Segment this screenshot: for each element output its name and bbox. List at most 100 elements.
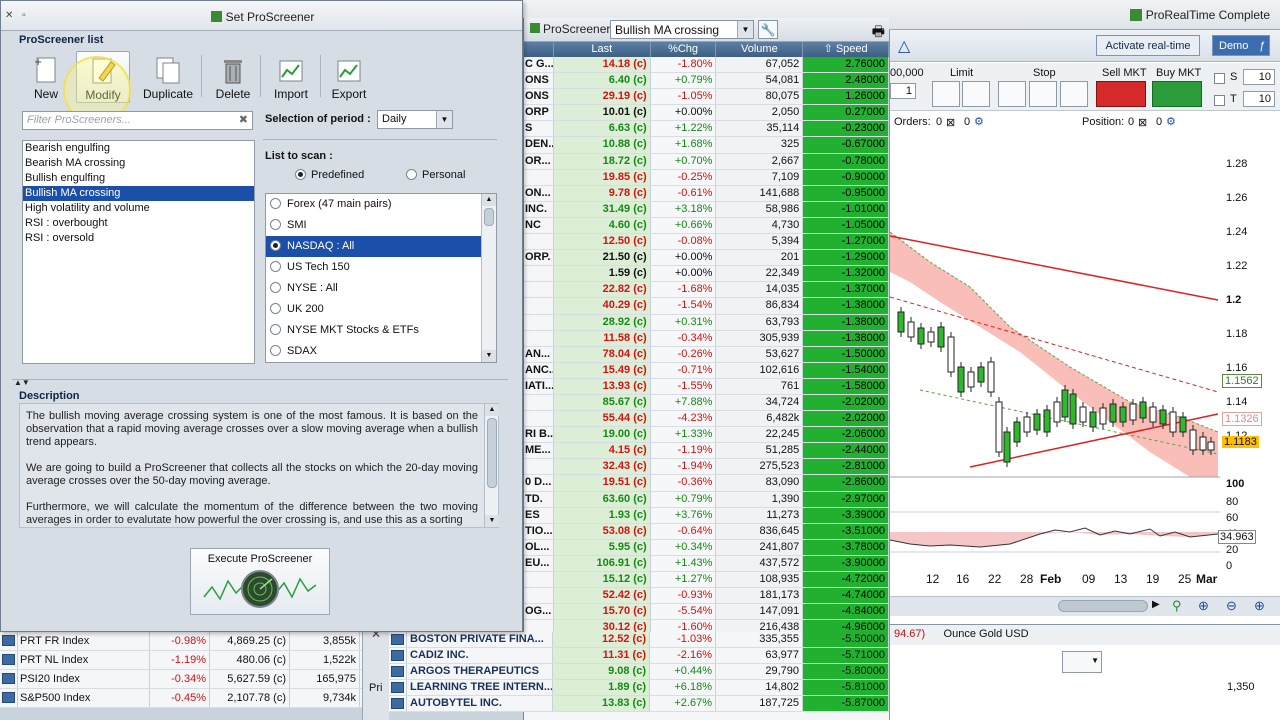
quantity-input[interactable]: 1: [890, 83, 916, 99]
scan-list-item[interactable]: NYSE MKT Stocks & ETFs: [266, 320, 496, 341]
table-row[interactable]: RI B... 19.00 (c) +1.33% 22,245 -2.06000: [524, 427, 889, 444]
printer-icon[interactable]: 🖶: [872, 21, 885, 45]
scroll-thumb[interactable]: [484, 208, 494, 226]
gear-icon[interactable]: ⚙: [1166, 115, 1176, 128]
radio-dot[interactable]: [270, 303, 281, 314]
radio-dot[interactable]: [406, 169, 417, 180]
screener-list-item[interactable]: RSI : oversold: [23, 231, 254, 246]
scan-list-item[interactable]: US Tech 150: [266, 257, 496, 278]
scroll-thumb[interactable]: [1058, 600, 1148, 612]
chart-style-button[interactable]: ▼: [1062, 651, 1102, 673]
table-row[interactable]: IATI... 13.93 (c) -1.55% 761 -1.58000: [524, 378, 889, 395]
zoom-out-icon[interactable]: ⊖: [1226, 598, 1237, 614]
table-row[interactable]: 15.12 (c) +1.27% 108,935 -4.72000: [524, 572, 889, 589]
table-row[interactable]: EU... 106.91 (c) +1.43% 437,572 -3.90000: [524, 555, 889, 572]
demo-button[interactable]: Demo ƒ: [1212, 35, 1270, 56]
panel-splitter[interactable]: ▲▼: [12, 378, 508, 387]
table-row[interactable]: NC 4.60 (c) +0.66% 4,730 -1.05000: [524, 217, 889, 235]
activate-realtime-button[interactable]: Activate real-time: [1096, 35, 1200, 56]
radio-dot[interactable]: [270, 240, 281, 251]
export-button[interactable]: Export: [322, 51, 376, 103]
index-row[interactable]: PRT NL Index -1.19% 480.06 (c) 1,522k: [0, 651, 362, 670]
t-checkbox[interactable]: [1214, 95, 1225, 106]
chart-type-icon[interactable]: ⚲: [1172, 598, 1182, 614]
chart-hscrollbar[interactable]: ▶ ⚲ ⊕ ⊖ ⊕: [890, 596, 1280, 616]
delete-button[interactable]: Delete: [206, 51, 260, 103]
buy-mkt-button[interactable]: [1152, 81, 1202, 107]
s-value-input[interactable]: 10: [1243, 69, 1275, 85]
price-tab[interactable]: Pri: [369, 682, 382, 694]
table-row[interactable]: 22.82 (c) -1.68% 14,035 -1.37000: [524, 282, 889, 299]
stop-button-1[interactable]: [998, 81, 1026, 107]
scan-list-item[interactable]: SMI: [266, 215, 496, 236]
scroll-up-icon[interactable]: ▲: [485, 404, 499, 416]
clear-icon[interactable]: ✖: [239, 113, 248, 126]
table-row[interactable]: S 6.63 (c) +1.22% 35,114 -0.23000: [524, 121, 889, 138]
table-row[interactable]: 55.44 (c) -4.23% 6,482k -2.02000: [524, 411, 889, 428]
screener-list-item[interactable]: RSI : overbought: [23, 216, 254, 231]
wrench-icon[interactable]: 🔧: [758, 20, 778, 39]
index-row[interactable]: S&P500 Index -0.45% 2,107.78 (c) 9,734k: [0, 689, 362, 708]
limit-buy-button[interactable]: [932, 81, 960, 107]
stop-button-2[interactable]: [1029, 81, 1057, 107]
table-row[interactable]: TIO... 53.08 (c) -0.64% 836,645 -3.51000: [524, 523, 889, 540]
scan-list-item[interactable]: NYSE : All: [266, 278, 496, 299]
chevron-down-icon[interactable]: ▼: [737, 21, 753, 38]
scan-list-item[interactable]: Forex (47 main pairs): [266, 194, 496, 215]
col-chg[interactable]: %Chg: [651, 42, 717, 57]
table-row[interactable]: 40.29 (c) -1.54% 86,834 -1.38000: [524, 298, 889, 315]
close-icon[interactable]: ⊠: [946, 116, 955, 129]
radio-dot[interactable]: [270, 282, 281, 293]
new-button[interactable]: + New: [19, 51, 73, 103]
table-row[interactable]: ES 1.93 (c) +3.76% 11,273 -3.39000: [524, 507, 889, 524]
scroll-thumb[interactable]: [487, 418, 497, 488]
sell-mkt-button[interactable]: [1096, 81, 1146, 107]
screener-list-item[interactable]: High volatility and volume: [23, 201, 254, 216]
scan-list-item[interactable]: UK 200: [266, 299, 496, 320]
table-row[interactable]: ONS 6.40 (c) +0.79% 54,081 2.48000: [524, 73, 889, 90]
stop-button-3[interactable]: [1060, 81, 1088, 107]
table-row[interactable]: BOSTON PRIVATE FINA... 12.52 (c) -1.03% 335…: [389, 632, 889, 648]
table-row[interactable]: AN... 78.04 (c) -0.26% 53,627 -1.50000: [524, 346, 889, 363]
screener-list-item[interactable]: Bullish engulfing: [23, 171, 254, 186]
s-checkbox[interactable]: [1214, 73, 1225, 84]
gear-icon[interactable]: ⚙: [974, 115, 984, 128]
table-row[interactable]: ORP. 21.50 (c) +0.00% 201 -1.29000: [524, 250, 889, 267]
chevron-down-icon[interactable]: ▼: [1091, 656, 1099, 665]
scan-list-scrollbar[interactable]: ▲ ▼: [481, 194, 496, 362]
duplicate-button[interactable]: Duplicate: [141, 51, 195, 103]
col-volume[interactable]: Volume: [716, 42, 804, 57]
modify-button[interactable]: Modify: [76, 51, 130, 103]
table-row[interactable]: 12.50 (c) -0.08% 5,394 -1.27000: [524, 234, 889, 251]
screener-select[interactable]: Bullish MA crossing ▼: [610, 20, 754, 39]
t-value-input[interactable]: 10: [1243, 91, 1275, 107]
table-row[interactable]: INC. 31.49 (c) +3.18% 58,986 -1.01000: [524, 201, 889, 218]
table-row[interactable]: 1.59 (c) +0.00% 22,349 -1.32000: [524, 266, 889, 283]
table-row[interactable]: OR... 18.72 (c) +0.70% 2,667 -0.78000: [524, 153, 889, 170]
table-row[interactable]: 52.42 (c) -0.93% 181,173 -4.74000: [524, 588, 889, 605]
scroll-down-icon[interactable]: ▼: [482, 350, 496, 362]
scroll-up-icon[interactable]: ▲: [482, 194, 496, 206]
radio-dot[interactable]: [270, 261, 281, 272]
index-row[interactable]: PSI20 Index -0.34% 5,627.59 (c) 165,975: [0, 670, 362, 689]
radio-dot[interactable]: [270, 345, 281, 356]
table-row[interactable]: 11.58 (c) -0.34% 305,939 -1.38000: [524, 330, 889, 347]
triangle-drawing-icon[interactable]: △: [898, 36, 910, 56]
scan-list-item[interactable]: SDAX: [266, 341, 496, 362]
radio-dot[interactable]: [270, 198, 281, 209]
table-row[interactable]: OL... 5.95 (c) +0.34% 241,807 -3.78000: [524, 539, 889, 556]
table-row[interactable]: OG... 15.70 (c) -5.54% 147,091 -4.84000: [524, 604, 889, 621]
col-last[interactable]: Last: [554, 42, 651, 57]
scan-list-item[interactable]: NASDAQ : All: [266, 236, 496, 257]
table-row[interactable]: DEN...10.88 (c)+1.68%325-0.67000: [524, 137, 889, 154]
table-row[interactable]: ARGOS THERAPEUTICS 9.08 (c) +0.44% 29,790 -5…: [389, 664, 889, 680]
screener-list-item[interactable]: Bearish engulfing: [23, 141, 254, 156]
zoom-fit-icon[interactable]: ⊕: [1198, 598, 1209, 614]
table-row[interactable]: 0 D... 19.51 (c) -0.36% 83,090 -2.86000: [524, 475, 889, 492]
collapse-arrows-icon[interactable]: ▲▼: [14, 378, 30, 387]
period-select[interactable]: Daily ▼: [377, 110, 453, 129]
scroll-right-icon[interactable]: ▶: [1152, 599, 1160, 610]
table-row[interactable]: CADIZ INC. 11.31 (c) -2.16% 63,977 -5.71000: [389, 648, 889, 664]
description-scrollbar[interactable]: ▲ ▼: [484, 404, 499, 527]
table-row[interactable]: C G... 14.18 (c) -1.80% 67,052 2.76000: [524, 57, 889, 74]
